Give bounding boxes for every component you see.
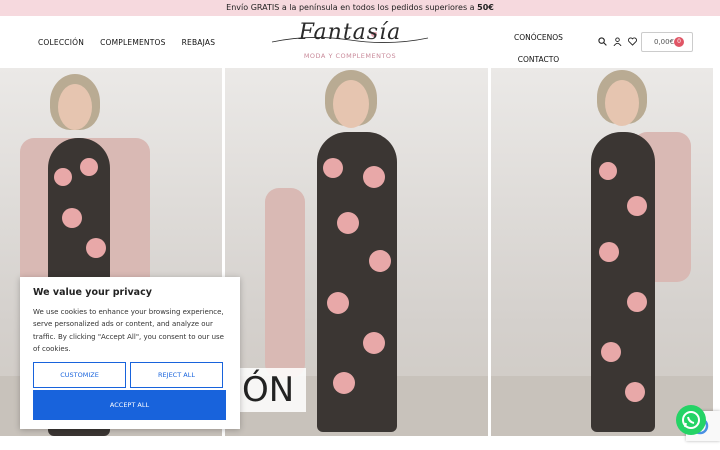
site-header: COLECCIÓN COMPLEMENTOS REBAJAS Fantasía … <box>0 16 720 68</box>
banner-overlay-text: ÓN <box>238 368 306 412</box>
logo-tagline: MODA Y COMPLEMENTOS <box>303 52 397 60</box>
cookie-title: We value your privacy <box>33 287 152 298</box>
announcement-bar: Envío GRATIS a la península en todos los… <box>0 0 720 16</box>
announcement-amount: 50€ <box>477 3 494 12</box>
announcement-text: Envío GRATIS a la península en todos los… <box>226 3 478 12</box>
reject-all-button[interactable]: REJECT ALL <box>130 362 223 388</box>
nav-item-complementos[interactable]: COMPLEMENTOS <box>100 38 166 47</box>
customize-button[interactable]: CUSTOMIZE <box>33 362 126 388</box>
search-icon[interactable] <box>598 37 607 46</box>
cart-button[interactable]: 0,00€ 0 <box>641 32 693 52</box>
cart-count-badge: 0 <box>674 37 684 47</box>
cookie-consent-dialog: We value your privacy We use cookies to … <box>20 277 240 429</box>
header-icons <box>598 37 637 46</box>
site-logo[interactable]: Fantasía MODA Y COMPLEMENTOS <box>270 20 430 66</box>
whatsapp-button[interactable] <box>676 405 706 435</box>
secondary-nav: CONÓCENOS CONTACTO <box>514 27 563 71</box>
nav-item-rebajas[interactable]: REBAJAS <box>182 38 216 47</box>
heart-icon[interactable] <box>628 37 637 46</box>
main-nav: COLECCIÓN COMPLEMENTOS REBAJAS <box>38 38 215 47</box>
cart-total: 0,00€ <box>654 38 675 46</box>
cookie-secondary-buttons: CUSTOMIZE REJECT ALL <box>33 362 223 388</box>
logo-brand: Fantasía <box>298 20 402 45</box>
whatsapp-icon <box>682 411 700 429</box>
user-icon[interactable] <box>613 37 622 46</box>
nav-item-conocenos[interactable]: CONÓCENOS <box>514 27 563 49</box>
accept-all-button[interactable]: ACCEPT ALL <box>33 390 226 420</box>
nav-item-coleccion[interactable]: COLECCIÓN <box>38 38 84 47</box>
cookie-body: We use cookies to enhance your browsing … <box>33 308 224 353</box>
product-photo-3[interactable] <box>491 68 713 436</box>
